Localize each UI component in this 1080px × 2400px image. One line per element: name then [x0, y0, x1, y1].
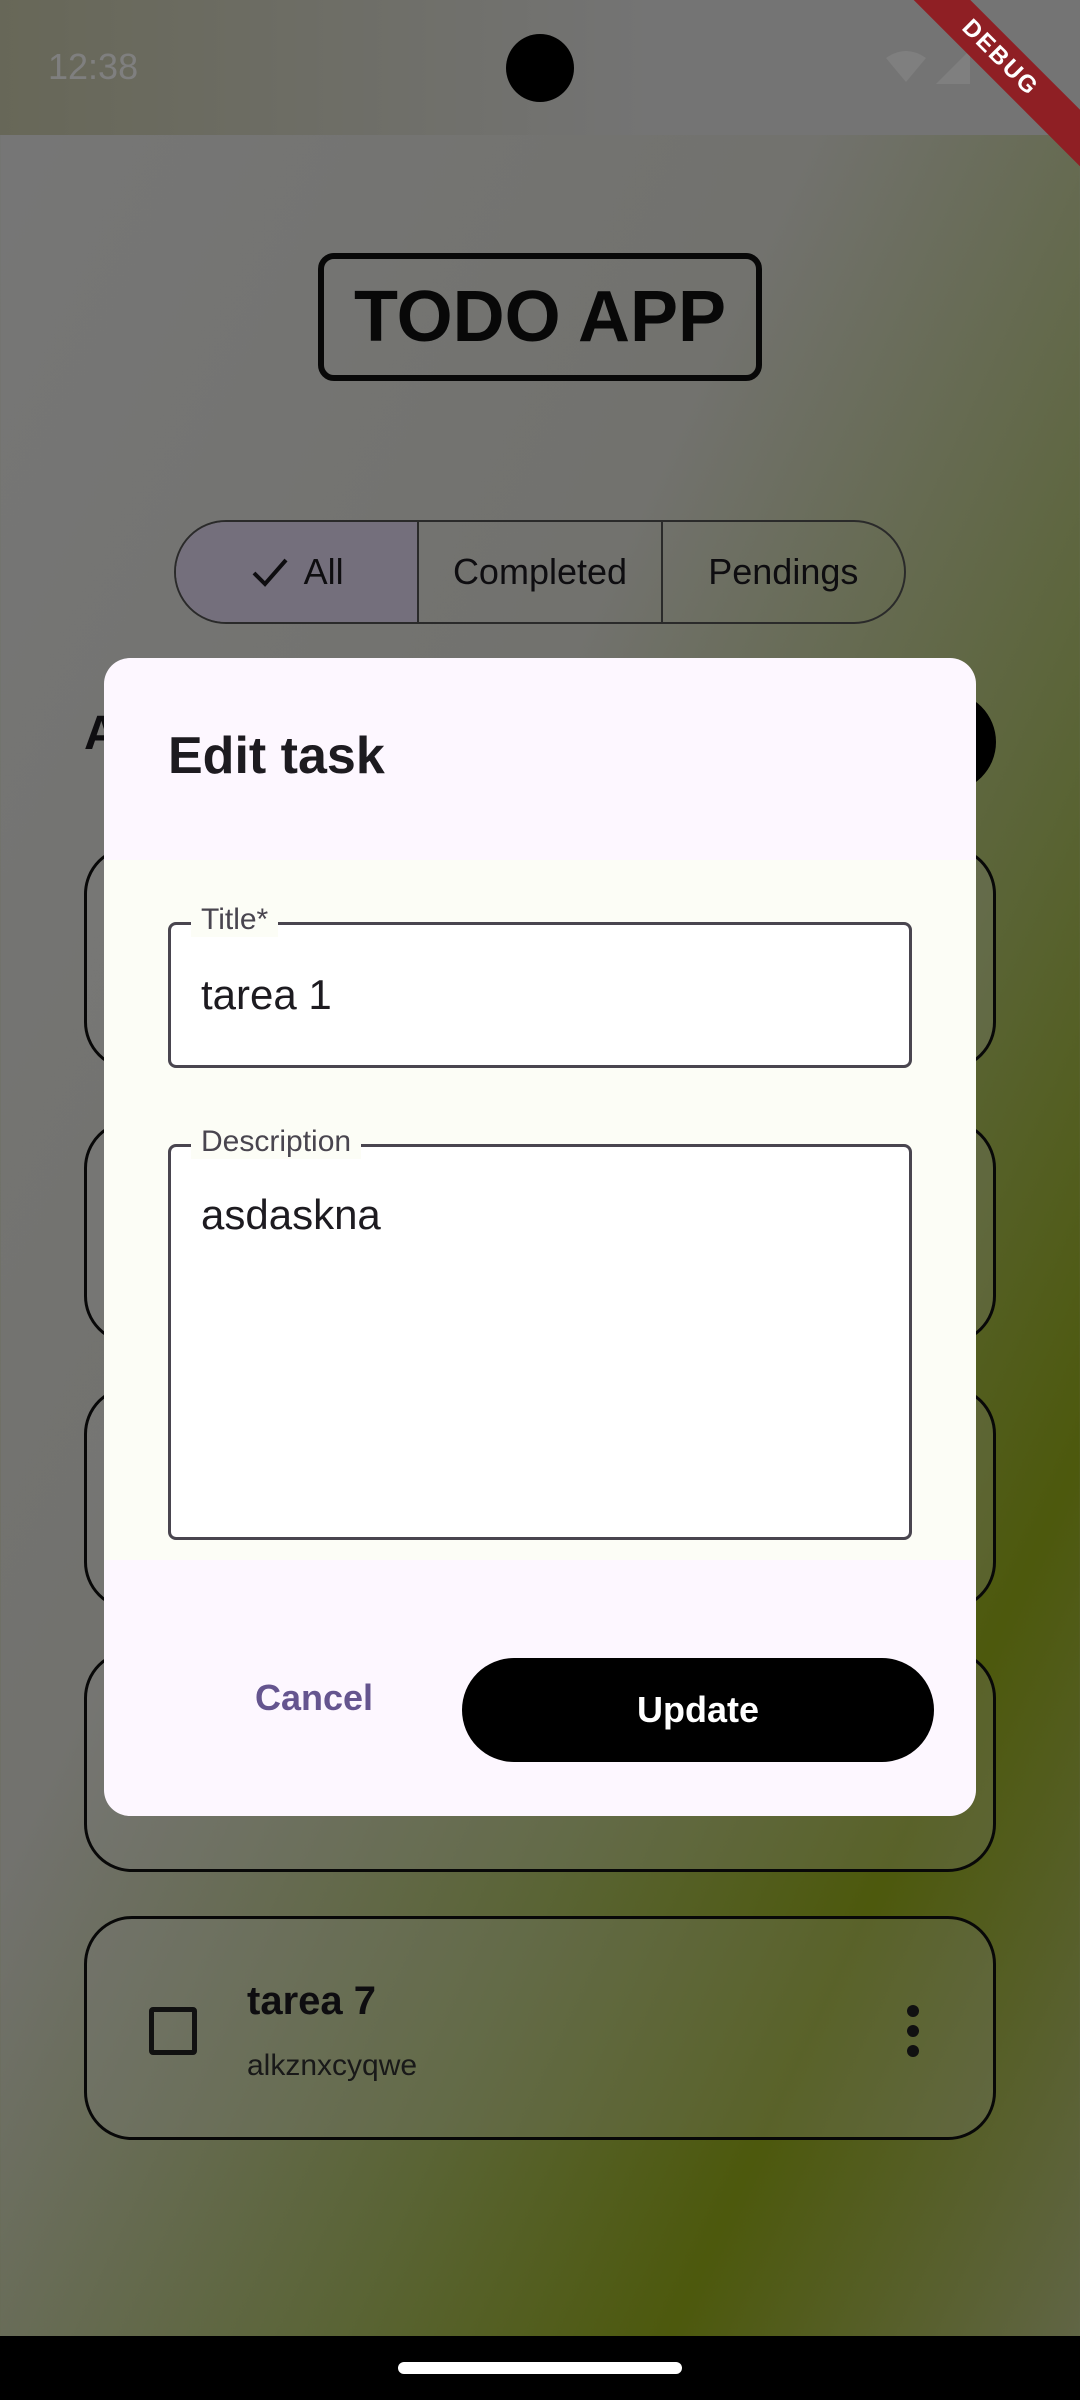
home-indicator[interactable] [398, 2362, 682, 2374]
navigation-bar [0, 2336, 1080, 2400]
description-field[interactable]: Description asdaskna [168, 1125, 912, 1540]
cancel-button[interactable]: Cancel [224, 1658, 404, 1738]
edit-task-dialog: Edit task Title* tarea 1 Description asd… [104, 658, 976, 1816]
description-field-value: asdaskna [201, 1191, 381, 1238]
title-field-value: tarea 1 [201, 971, 332, 1018]
dialog-title: Edit task [168, 727, 385, 785]
dialog-body: Title* tarea 1 Description asdaskna [104, 860, 976, 1560]
title-field[interactable]: Title* tarea 1 [168, 903, 912, 1068]
title-field-label: Title* [191, 903, 279, 937]
description-field-label: Description [191, 1125, 362, 1159]
update-button[interactable]: Update [462, 1658, 934, 1762]
